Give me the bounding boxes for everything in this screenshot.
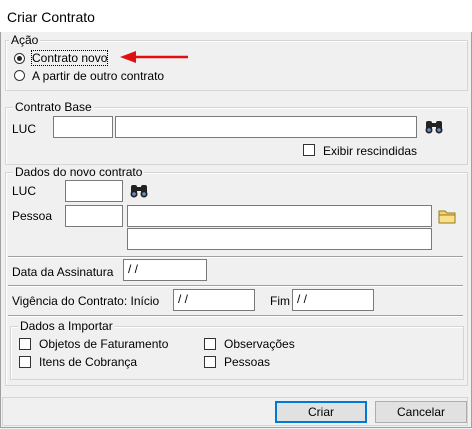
radio-a-partir-de-outro-label[interactable]: A partir de outro contrato [32, 69, 164, 83]
exibir-rescindidas-label[interactable]: Exibir rescindidas [323, 144, 417, 158]
radio-contrato-novo[interactable] [14, 53, 25, 64]
vigencia-inicio-input[interactable]: / / [173, 289, 255, 311]
folder-icon[interactable] [436, 205, 458, 227]
title-bar: Criar Contrato [0, 0, 472, 32]
contrato-base-luc-label: LUC [12, 122, 37, 136]
acao-group [5, 40, 468, 91]
pessoa-extra-input[interactable] [127, 228, 432, 250]
pessoa-code-input[interactable] [65, 205, 123, 227]
fim-input[interactable]: / / [292, 289, 374, 311]
binoculars-icon[interactable] [128, 180, 150, 202]
window-title: Criar Contrato [7, 9, 95, 25]
observacoes-checkbox[interactable] [204, 338, 216, 350]
novo-luc-label: LUC [12, 184, 37, 198]
contrato-base-legend: Contrato Base [13, 100, 94, 114]
fim-label: Fim [270, 294, 290, 308]
importar-group [10, 326, 464, 380]
separator [8, 256, 463, 258]
novo-contrato-legend: Dados do novo contrato [13, 165, 145, 179]
objetos-faturamento-checkbox[interactable] [19, 338, 31, 350]
contrato-base-luc-input[interactable] [53, 116, 113, 138]
separator [8, 285, 463, 287]
pessoas-label[interactable]: Pessoas [224, 355, 270, 369]
separator [8, 315, 463, 317]
exibir-rescindidas-checkbox[interactable] [303, 144, 315, 156]
itens-cobranca-label[interactable]: Itens de Cobrança [39, 355, 137, 369]
vigencia-label: Vigência do Contrato: Início [12, 294, 160, 308]
radio-contrato-novo-label[interactable]: Contrato novo [30, 50, 109, 66]
binoculars-icon[interactable] [423, 116, 445, 138]
pessoa-name-input[interactable] [127, 205, 432, 227]
observacoes-label[interactable]: Observações [224, 337, 295, 351]
pessoa-label: Pessoa [12, 209, 53, 223]
radio-a-partir-de-outro[interactable] [14, 70, 25, 81]
data-assinatura-label: Data da Assinatura [12, 265, 114, 279]
acao-legend: Ação [9, 33, 41, 47]
pessoas-checkbox[interactable] [204, 356, 216, 368]
red-arrow-icon [120, 51, 188, 63]
novo-luc-input[interactable] [65, 180, 123, 202]
criar-button[interactable]: Criar [275, 401, 367, 423]
contrato-base-description-input[interactable] [115, 116, 417, 138]
data-assinatura-input[interactable]: / / [123, 259, 207, 281]
cancelar-button[interactable]: Cancelar [375, 401, 467, 423]
itens-cobranca-checkbox[interactable] [19, 356, 31, 368]
importar-legend: Dados a Importar [18, 319, 115, 333]
objetos-faturamento-label[interactable]: Objetos de Faturamento [39, 337, 168, 351]
